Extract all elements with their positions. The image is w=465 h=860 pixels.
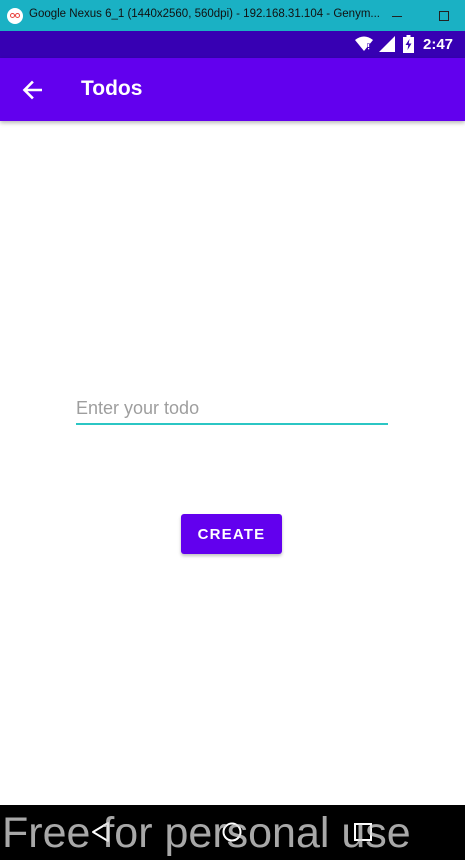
status-bar: 2:47 [0, 31, 465, 58]
page-title: Todos [81, 77, 143, 100]
nav-back-icon[interactable] [90, 821, 112, 843]
app-bar: Todos [0, 58, 465, 121]
minimize-icon[interactable] [388, 6, 408, 26]
maximize-icon[interactable] [434, 6, 454, 26]
back-button[interactable] [12, 70, 52, 110]
signal-icon [379, 36, 395, 52]
battery-charging-icon [403, 35, 414, 53]
create-button[interactable]: CREATE [181, 514, 282, 554]
genymotion-icon [7, 8, 23, 24]
status-time: 2:47 [423, 36, 454, 53]
todo-input[interactable] [76, 393, 388, 423]
todo-input-field[interactable] [76, 393, 388, 426]
navigation-bar [0, 805, 465, 860]
arrow-back-icon [22, 80, 42, 100]
emulator-title-bar: Google Nexus 6_1 (1440x2560, 560dpi) - 1… [0, 0, 465, 31]
wifi-icon [355, 36, 373, 52]
emulator-window-title: Google Nexus 6_1 (1440x2560, 560dpi) - 1… [29, 8, 380, 20]
nav-recents-icon[interactable] [352, 821, 374, 843]
input-underline [76, 423, 388, 425]
nav-home-icon[interactable] [221, 821, 243, 843]
